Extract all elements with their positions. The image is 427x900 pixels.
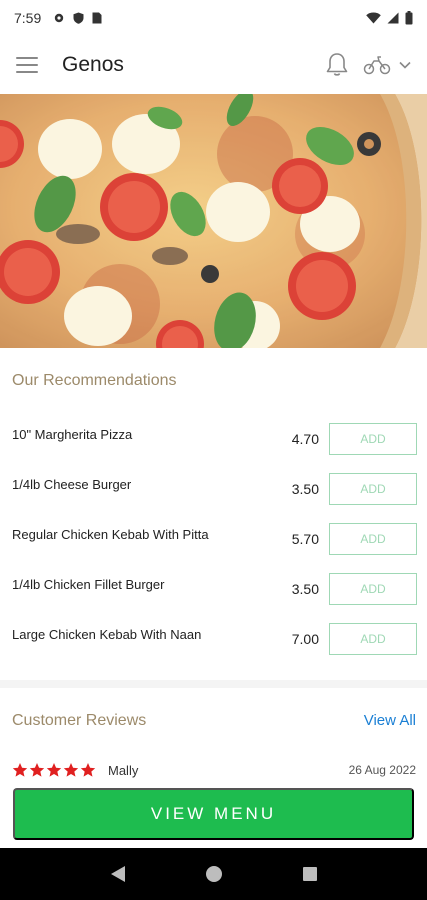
star-icon bbox=[80, 763, 96, 777]
section-divider bbox=[0, 680, 427, 688]
signal-icon bbox=[387, 12, 399, 24]
add-button[interactable]: ADD bbox=[329, 473, 417, 505]
add-button[interactable]: ADD bbox=[329, 523, 417, 555]
recommendations-list: 10" Margherita Pizza 4.70 ADD 1/4lb Chee… bbox=[0, 414, 427, 664]
rating-stars bbox=[12, 762, 96, 778]
add-button[interactable]: ADD bbox=[329, 573, 417, 605]
item-price: 5.70 bbox=[291, 531, 319, 547]
reviews-title: Customer Reviews bbox=[12, 712, 147, 729]
status-left-icons bbox=[53, 12, 102, 24]
item-name: 10" Margherita Pizza bbox=[12, 426, 133, 442]
item-name: Regular Chicken Kebab With Pitta bbox=[12, 526, 209, 542]
back-icon[interactable] bbox=[110, 865, 126, 883]
app-actions bbox=[325, 52, 411, 78]
star-icon bbox=[63, 763, 79, 777]
sim-icon bbox=[92, 12, 102, 24]
battery-icon bbox=[405, 11, 413, 25]
gear-icon bbox=[55, 13, 64, 23]
wifi-icon bbox=[366, 12, 381, 24]
star-icon bbox=[46, 763, 62, 777]
system-nav-bar bbox=[0, 848, 427, 900]
list-item: 10" Margherita Pizza 4.70 ADD bbox=[0, 414, 427, 464]
hero-image bbox=[0, 94, 427, 348]
menu-icon[interactable] bbox=[16, 50, 46, 80]
app-bar: Genos bbox=[0, 36, 427, 94]
list-item: Regular Chicken Kebab With Pitta 5.70 AD… bbox=[0, 514, 427, 564]
scooter-icon bbox=[363, 56, 391, 75]
item-price: 3.50 bbox=[291, 581, 319, 597]
bell-icon[interactable] bbox=[325, 52, 349, 78]
app-title: Genos bbox=[62, 53, 124, 76]
recommendations-title: Our Recommendations bbox=[12, 372, 177, 389]
list-item: Large Chicken Kebab With Naan 7.00 ADD bbox=[0, 614, 427, 664]
status-right-icons bbox=[366, 11, 413, 25]
delivery-mode-selector[interactable] bbox=[363, 54, 411, 76]
item-price: 7.00 bbox=[291, 631, 319, 647]
item-price: 4.70 bbox=[291, 431, 319, 447]
review-item: Mally 26 Aug 2022 bbox=[12, 762, 416, 778]
star-icon bbox=[29, 763, 45, 777]
list-item: 1/4lb Chicken Fillet Burger 3.50 ADD bbox=[0, 564, 427, 614]
item-name: 1/4lb Cheese Burger bbox=[12, 476, 132, 492]
review-date: 26 Aug 2022 bbox=[348, 763, 416, 777]
status-time: 7:59 bbox=[14, 10, 42, 26]
recents-icon[interactable] bbox=[302, 866, 318, 882]
view-menu-button[interactable]: VIEW MENU bbox=[13, 788, 414, 840]
chevron-down-icon bbox=[399, 61, 411, 69]
item-name: Large Chicken Kebab With Naan bbox=[12, 626, 202, 642]
item-price: 3.50 bbox=[291, 481, 319, 497]
status-bar: 7:59 bbox=[0, 0, 427, 36]
view-all-link[interactable]: View All bbox=[364, 712, 416, 729]
add-button[interactable]: ADD bbox=[329, 423, 417, 455]
add-button[interactable]: ADD bbox=[329, 623, 417, 655]
list-item: 1/4lb Cheese Burger 3.50 ADD bbox=[0, 464, 427, 514]
star-icon bbox=[12, 763, 28, 777]
reviewer-name: Mally bbox=[108, 762, 139, 778]
shield-icon bbox=[73, 12, 84, 24]
item-name: 1/4lb Chicken Fillet Burger bbox=[12, 576, 165, 592]
home-icon[interactable] bbox=[205, 865, 223, 883]
